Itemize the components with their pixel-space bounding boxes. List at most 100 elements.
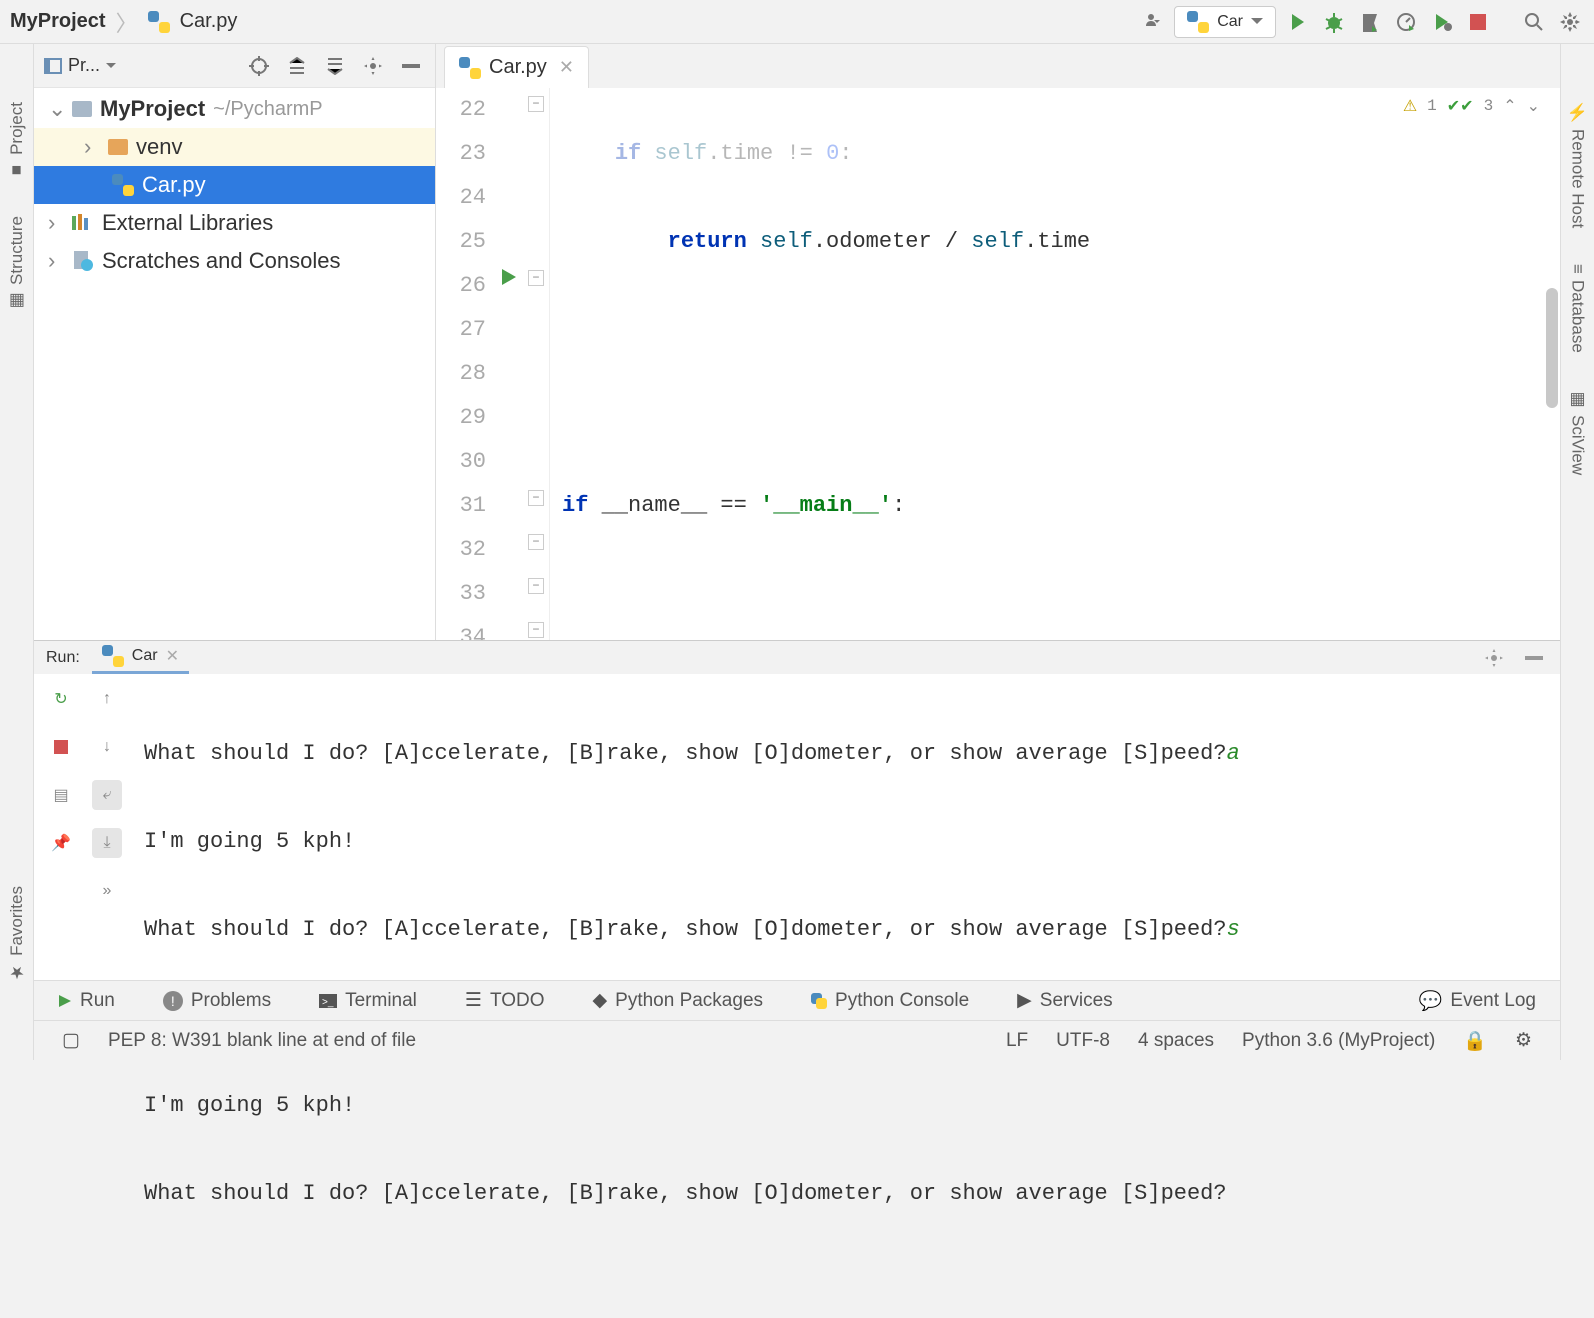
status-message: PEP 8: W391 blank line at end of file — [94, 1030, 430, 1052]
run-settings-icon[interactable] — [1480, 644, 1508, 672]
breadcrumb-file[interactable]: Car.py — [180, 10, 238, 33]
locate-icon[interactable] — [245, 52, 273, 80]
tree-file-label: Car.py — [142, 172, 206, 198]
project-view-selector[interactable]: Pr... — [44, 55, 233, 76]
status-indent[interactable]: 4 spaces — [1124, 1030, 1228, 1052]
bottom-eventlog[interactable]: 💬Event Log — [1419, 989, 1536, 1013]
rerun-icon[interactable]: ↻ — [46, 684, 76, 714]
fold-marker[interactable]: − — [528, 490, 544, 506]
scroll-end-icon[interactable]: ⤓ — [92, 828, 122, 858]
close-tab-icon[interactable]: ✕ — [559, 57, 574, 78]
editor-area: Car.py ✕ 22232425262728293031323334 − — [436, 44, 1560, 640]
run-hide-icon[interactable] — [1520, 644, 1548, 672]
bottom-todo[interactable]: ☰TODO — [465, 989, 545, 1012]
bottom-services[interactable]: ▶Services — [1017, 989, 1112, 1012]
tree-car-file[interactable]: Car.py — [34, 166, 435, 204]
code-body[interactable]: if self.time != 0: return self.odometer … — [550, 88, 1560, 640]
next-highlight-icon[interactable]: ⌄ — [1527, 96, 1540, 116]
python-file-icon — [459, 57, 481, 79]
top-toolbar: MyProject 〉 Car.py Car — [0, 0, 1594, 44]
tool-structure[interactable]: ▦Structure — [7, 198, 27, 329]
bottom-problems[interactable]: !Problems — [163, 990, 271, 1012]
status-toggle-icon[interactable]: ▢ — [48, 1029, 94, 1052]
tree-venv[interactable]: › venv — [34, 128, 435, 166]
run-attached-button[interactable] — [1428, 8, 1456, 36]
tool-database[interactable]: ≡Database — [1568, 246, 1588, 371]
left-tool-bar: ■Project ▦Structure ★Favorites — [0, 44, 34, 1060]
fold-marker[interactable]: − — [528, 534, 544, 550]
bottom-packages[interactable]: ◆Python Packages — [593, 989, 764, 1012]
run-label: Run: — [46, 649, 80, 667]
python-file-icon — [112, 174, 134, 196]
status-line-ending[interactable]: LF — [992, 1030, 1042, 1052]
stop-button[interactable] — [1464, 8, 1492, 36]
library-icon — [72, 214, 94, 232]
project-tree[interactable]: ⌄ MyProject ~/PycharmP › venv Car.py — [34, 88, 435, 640]
search-button[interactable] — [1520, 8, 1548, 36]
fold-marker[interactable]: − — [528, 96, 544, 112]
code-editor[interactable]: 22232425262728293031323334 − − − − − − — [436, 88, 1560, 640]
stop-icon[interactable] — [46, 732, 76, 762]
chevron-down-icon — [1251, 18, 1263, 26]
fold-column: − − − − − − — [526, 88, 550, 640]
pin-icon[interactable]: 📌 — [46, 828, 76, 858]
bottom-console[interactable]: Python Console — [811, 990, 969, 1012]
tree-venv-label: venv — [136, 134, 182, 160]
python-icon — [1187, 11, 1209, 33]
editor-tab[interactable]: Car.py ✕ — [444, 46, 589, 88]
gutter-icon-col — [496, 88, 526, 640]
close-run-tab-icon[interactable]: ✕ — [166, 646, 179, 666]
bottom-terminal[interactable]: >_Terminal — [319, 990, 417, 1012]
layout-icon[interactable]: ▤ — [46, 780, 76, 810]
collapse-all-icon[interactable] — [321, 52, 349, 80]
tool-sciview[interactable]: ▦SciView — [1568, 371, 1588, 493]
inspection-widget[interactable]: ⚠1 ✔✔3 ⌃ ⌄ — [1403, 96, 1540, 116]
breadcrumb-project[interactable]: MyProject — [10, 10, 106, 33]
down-icon[interactable]: ↓ — [92, 732, 122, 762]
panel-hide-icon[interactable] — [397, 52, 425, 80]
run-button[interactable] — [1284, 8, 1312, 36]
panel-settings-icon[interactable] — [359, 52, 387, 80]
fold-marker[interactable]: − — [528, 578, 544, 594]
tree-root-path: ~/PycharmP — [213, 98, 322, 121]
tree-root-label: MyProject — [100, 96, 205, 122]
tree-external-libs[interactable]: › External Libraries — [34, 204, 435, 242]
tool-project[interactable]: ■Project — [7, 84, 27, 198]
expand-all-icon[interactable] — [283, 52, 311, 80]
coverage-button[interactable] — [1356, 8, 1384, 36]
profile-button[interactable] — [1392, 8, 1420, 36]
project-panel: Pr... ⌄ MyProject — [34, 44, 436, 640]
debug-button[interactable] — [1320, 8, 1348, 36]
tool-favorites[interactable]: ★Favorites — [7, 868, 27, 1000]
tree-scratches[interactable]: › Scratches and Consoles — [34, 242, 435, 280]
run-header: Run: Car ✕ — [34, 641, 1560, 674]
status-interpreter[interactable]: Python 3.6 (MyProject) — [1228, 1030, 1449, 1052]
python-file-icon — [148, 11, 170, 33]
status-bar: ▢ PEP 8: W391 blank line at end of file … — [34, 1020, 1560, 1060]
tree-root[interactable]: ⌄ MyProject ~/PycharmP — [34, 90, 435, 128]
warning-icon: ⚠ — [1403, 96, 1417, 116]
scrollbar-vertical[interactable] — [1546, 288, 1558, 408]
bottom-run[interactable]: Run — [58, 990, 115, 1012]
bottom-tool-bar: Run !Problems >_Terminal ☰TODO ◆Python P… — [34, 980, 1560, 1020]
soft-wrap-icon[interactable]: ⤶ — [92, 780, 122, 810]
settings-button[interactable] — [1556, 8, 1584, 36]
more-icon[interactable]: » — [92, 876, 122, 906]
tool-remote[interactable]: ⚡Remote Host — [1568, 84, 1588, 246]
fold-marker[interactable]: − — [528, 622, 544, 638]
run-config-name: Car — [1217, 13, 1243, 31]
status-lock-icon[interactable]: 🔒 — [1449, 1029, 1501, 1053]
run-tool-window: Run: Car ✕ ↻ ↑ ↓ — [34, 640, 1560, 980]
check-icon: ✔✔ — [1447, 96, 1474, 116]
breadcrumb: MyProject 〉 Car.py — [10, 6, 1130, 38]
status-encoding[interactable]: UTF-8 — [1042, 1030, 1124, 1052]
run-gutter-icon[interactable] — [500, 268, 518, 286]
status-memory-icon[interactable]: ⚙ — [1501, 1029, 1546, 1052]
run-config-selector[interactable]: Car — [1174, 6, 1276, 38]
fold-marker[interactable]: − — [528, 270, 544, 286]
tree-ext-label: External Libraries — [102, 210, 273, 236]
user-dropdown-icon[interactable] — [1138, 8, 1166, 36]
run-tab[interactable]: Car ✕ — [92, 641, 189, 674]
up-icon[interactable]: ↑ — [92, 684, 122, 714]
prev-highlight-icon[interactable]: ⌃ — [1503, 96, 1516, 116]
